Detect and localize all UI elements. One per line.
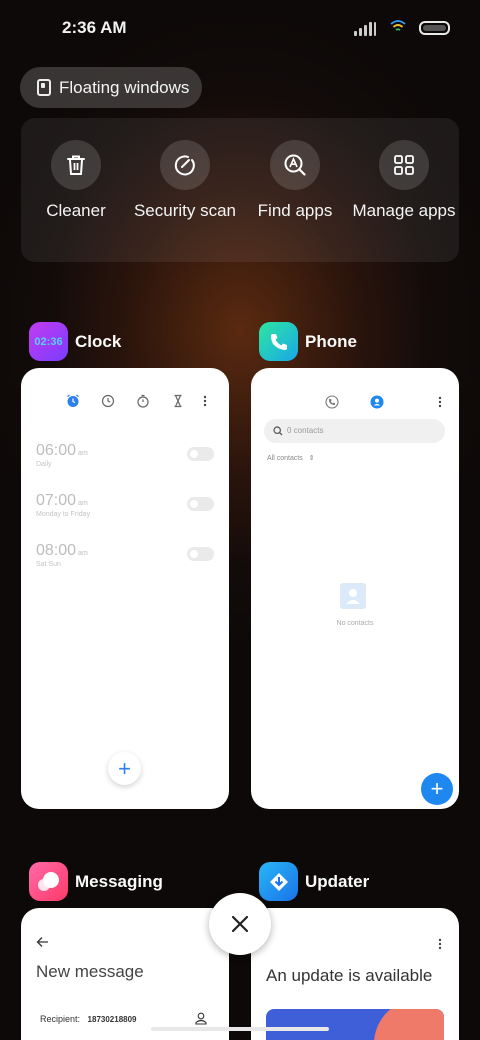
more-options-icon[interactable] <box>437 937 443 951</box>
security-scan-icon <box>174 155 195 176</box>
home-indicator[interactable] <box>151 1027 329 1031</box>
status-time: 2:36 AM <box>62 18 127 37</box>
search-icon <box>273 426 283 436</box>
floating-windows-label: Floating windows <box>59 77 190 97</box>
clock-app-card[interactable]: 06:00 am Daily 07:00 am Monday to Friday 0… <box>21 368 229 809</box>
clock-app-name: Clock <box>75 331 122 351</box>
find-apps-button[interactable]: Find apps <box>240 140 350 221</box>
grid-icon <box>394 155 414 175</box>
empty-contacts-text: No contacts <box>336 620 374 627</box>
messaging-app-header[interactable]: Messaging <box>29 862 163 901</box>
alarm-toggle[interactable] <box>187 447 214 461</box>
contacts-icon[interactable] <box>370 395 384 409</box>
update-icon <box>269 872 288 891</box>
updater-app-icon <box>259 862 298 901</box>
clock-icon-time: 02:36 <box>34 335 63 348</box>
more-options-icon[interactable] <box>437 395 443 409</box>
contacts-search-input[interactable]: 0 contacts <box>264 419 445 443</box>
add-contact-icon[interactable] <box>195 1012 207 1025</box>
floating-windows-button[interactable]: Floating windows <box>20 67 202 108</box>
phone-app-name: Phone <box>305 331 357 351</box>
contacts-search-placeholder: 0 contacts <box>287 426 324 435</box>
security-scan-label: Security scan <box>133 201 237 220</box>
phone-handset-icon <box>270 333 287 350</box>
find-apps-label: Find apps <box>257 201 333 220</box>
floating-window-icon <box>37 79 51 96</box>
manage-apps-button[interactable]: Manage apps <box>349 140 459 221</box>
alarm-icon[interactable] <box>66 394 80 408</box>
back-arrow-icon[interactable] <box>36 936 49 948</box>
alarm-item[interactable]: 07:00 am Monday to Friday <box>36 492 214 532</box>
trash-icon <box>67 155 85 175</box>
alarm-item[interactable]: 08:00 am Sat Sun <box>36 542 214 582</box>
timer-icon[interactable] <box>171 394 185 408</box>
find-apps-icon <box>284 154 306 176</box>
more-options-icon[interactable] <box>202 394 208 408</box>
add-contact-button[interactable]: + <box>421 773 453 805</box>
alarm-item[interactable]: 06:00 am Daily <box>36 442 214 482</box>
phone-app-card[interactable]: 0 contacts All contacts ⇕ No contacts + <box>251 368 459 809</box>
cleaner-label: Cleaner <box>46 201 106 220</box>
updater-app-name: Updater <box>305 871 370 891</box>
quick-tools-panel: Cleaner Security scan Find apps Manage a… <box>21 118 459 262</box>
recipient-label: Recipient: <box>40 1014 81 1024</box>
update-available-title: An update is available <box>266 966 433 985</box>
wifi-icon <box>390 20 406 31</box>
messaging-app-icon <box>29 862 68 901</box>
contacts-filter-label: All contacts <box>267 455 303 462</box>
recipient-field[interactable]: Recipient: 18730218809 <box>40 1014 137 1024</box>
empty-contacts-icon <box>340 583 366 609</box>
contacts-filter-dropdown[interactable]: All contacts ⇕ <box>267 454 315 462</box>
clear-all-button[interactable] <box>209 893 271 955</box>
alarm-repeat: Monday to Friday <box>36 511 91 518</box>
phone-app-icon <box>259 322 298 361</box>
manage-apps-label: Manage apps <box>352 201 456 220</box>
status-bar: 2:36 AM <box>0 0 480 56</box>
clock-app-header[interactable]: 02:36 Clock <box>29 322 121 361</box>
clock-app-icon: 02:36 <box>29 322 68 361</box>
battery-icon <box>419 21 450 35</box>
sort-arrows-icon: ⇕ <box>308 455 315 462</box>
security-scan-button[interactable]: Security scan <box>130 140 240 221</box>
signal-icon <box>354 22 376 36</box>
alarm-repeat: Sat Sun <box>36 561 61 568</box>
alarm-toggle[interactable] <box>187 547 214 561</box>
plus-icon: + <box>118 755 131 781</box>
updater-app-header[interactable]: Updater <box>259 862 369 901</box>
clock-toolbar <box>21 394 229 410</box>
stopwatch-icon[interactable] <box>136 394 150 408</box>
chat-bubble-icon <box>37 871 59 891</box>
messaging-app-card[interactable]: New message Recipient: 18730218809 <box>21 908 229 1040</box>
updater-app-card[interactable]: An update is available <box>251 908 459 1040</box>
alarm-toggle[interactable] <box>187 497 214 511</box>
world-clock-icon[interactable] <box>101 394 115 408</box>
messaging-app-name: Messaging <box>75 871 163 891</box>
cleaner-button[interactable]: Cleaner <box>21 140 131 221</box>
update-banner-image <box>266 1009 444 1040</box>
recipient-value: 18730218809 <box>87 1015 137 1024</box>
add-alarm-button[interactable]: + <box>108 752 141 785</box>
plus-icon: + <box>430 776 444 801</box>
alarm-repeat: Daily <box>36 461 52 468</box>
phone-app-header[interactable]: Phone <box>259 322 357 361</box>
close-icon <box>231 915 249 933</box>
new-message-title: New message <box>36 962 144 981</box>
call-log-icon[interactable] <box>325 395 339 409</box>
